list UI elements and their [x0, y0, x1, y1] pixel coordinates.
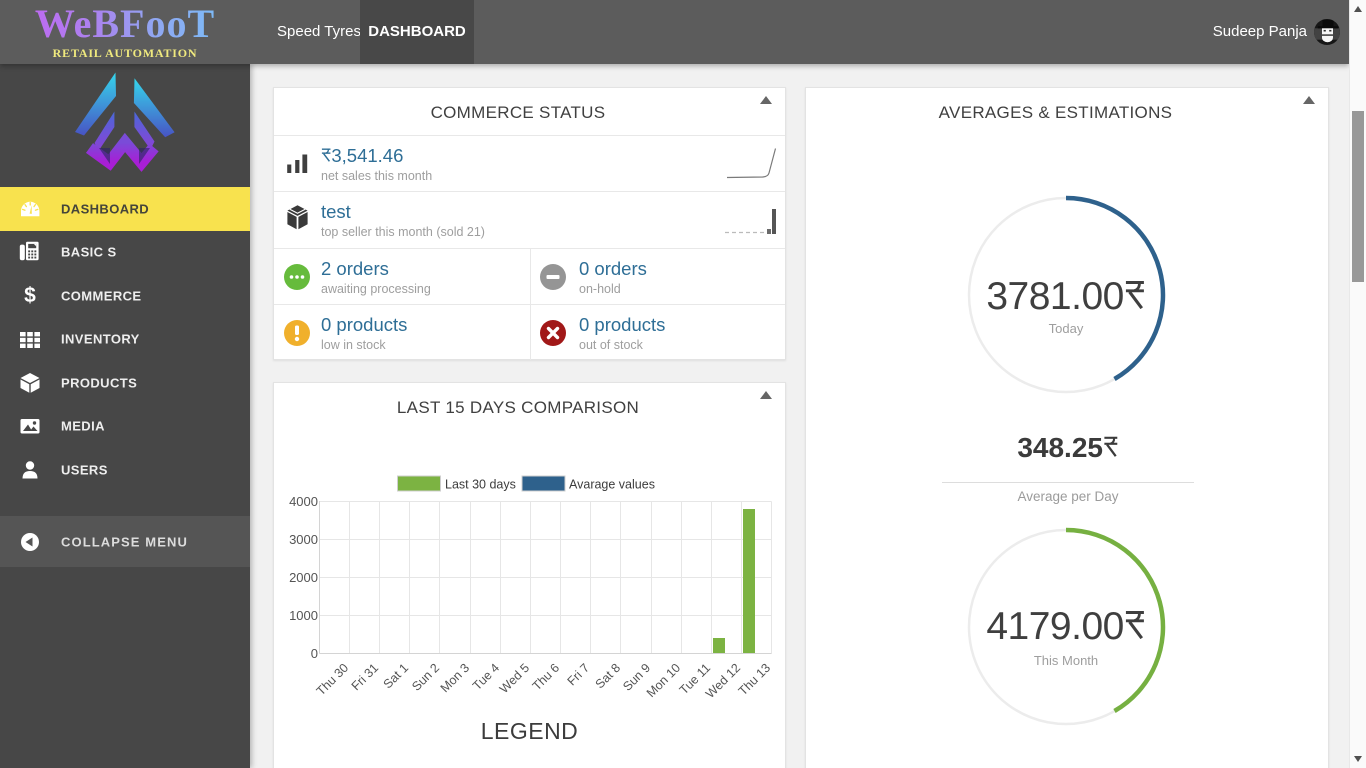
svg-text:4000: 4000 — [289, 494, 318, 509]
svg-text:Sat 1: Sat 1 — [381, 661, 412, 692]
svg-text:Mon 3: Mon 3 — [438, 661, 472, 695]
svg-text:Fri 7: Fri 7 — [565, 661, 593, 689]
svg-text:Wed 5: Wed 5 — [497, 661, 532, 696]
svg-text:Mon 10: Mon 10 — [644, 661, 683, 700]
svg-text:0: 0 — [311, 646, 318, 661]
svg-text:3000: 3000 — [289, 532, 318, 547]
svg-text:Last 30 days: Last 30 days — [445, 478, 516, 492]
svg-text:Thu 13: Thu 13 — [736, 661, 773, 698]
svg-text:Thu 30: Thu 30 — [314, 661, 351, 698]
svg-text:Fri 31: Fri 31 — [349, 661, 382, 694]
svg-text:2000: 2000 — [289, 570, 318, 585]
svg-text:Sun 2: Sun 2 — [409, 661, 442, 694]
svg-text:Sat 8: Sat 8 — [593, 661, 624, 692]
svg-text:Avarage values: Avarage values — [569, 478, 655, 492]
svg-text:1000: 1000 — [289, 608, 318, 623]
svg-text:Thu 6: Thu 6 — [530, 661, 563, 694]
svg-text:Tue 4: Tue 4 — [470, 661, 502, 693]
